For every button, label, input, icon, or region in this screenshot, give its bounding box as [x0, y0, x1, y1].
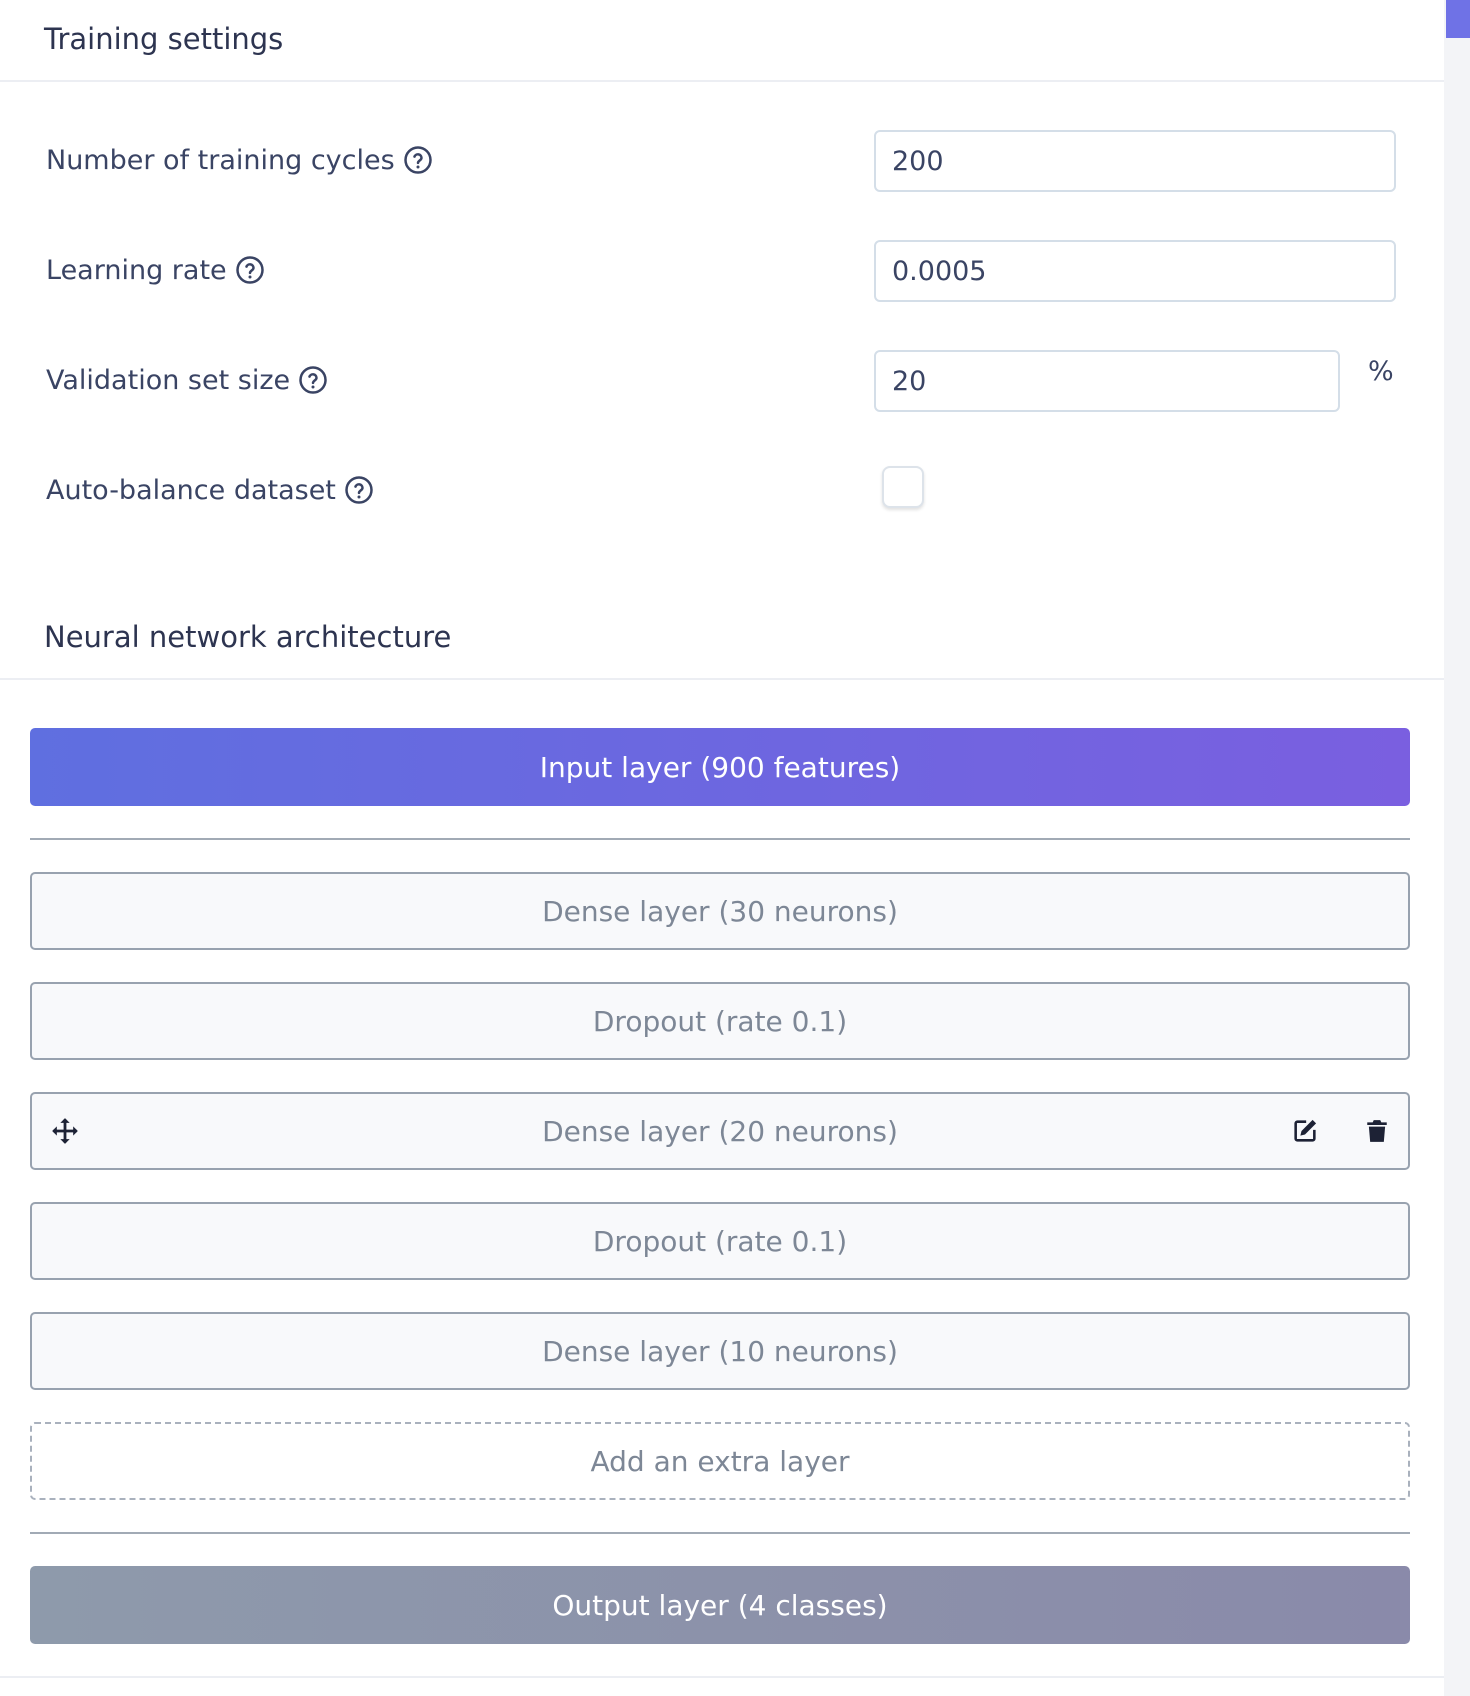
- auto-balance-checkbox[interactable]: [882, 466, 924, 508]
- scrollbar-track[interactable]: [1444, 0, 1470, 1696]
- layer-separator: [30, 838, 1410, 840]
- auto-balance-label: Auto-balance dataset: [46, 470, 374, 510]
- section-divider: [0, 678, 1444, 680]
- edit-icon[interactable]: [1290, 1116, 1320, 1146]
- dense-layer-2-label: Dense layer (20 neurons): [542, 1114, 898, 1148]
- output-layer[interactable]: Output layer (4 classes): [30, 1566, 1410, 1644]
- training-cycles-input[interactable]: [874, 130, 1396, 192]
- dropout-layer-2[interactable]: Dropout (rate 0.1): [30, 1202, 1410, 1280]
- dense-layer-2[interactable]: Dense layer (20 neurons): [30, 1092, 1410, 1170]
- percent-unit-label: %: [1368, 356, 1394, 387]
- dense-layer-1[interactable]: Dense layer (30 neurons): [30, 872, 1410, 950]
- help-circle-icon[interactable]: [235, 255, 265, 285]
- section-divider: [0, 80, 1444, 82]
- add-layer-button[interactable]: Add an extra layer: [30, 1422, 1410, 1500]
- training-settings-title: Training settings: [44, 22, 284, 56]
- layer-separator: [30, 1532, 1410, 1534]
- help-circle-icon[interactable]: [344, 475, 374, 505]
- validation-set-size-label: Validation set size: [46, 360, 328, 400]
- section-divider: [0, 1676, 1444, 1678]
- help-circle-icon[interactable]: [298, 365, 328, 395]
- dense-layer-3[interactable]: Dense layer (10 neurons): [30, 1312, 1410, 1390]
- learning-rate-label: Learning rate: [46, 250, 265, 290]
- training-cycles-label: Number of training cycles: [46, 140, 433, 180]
- input-layer[interactable]: Input layer (900 features): [30, 728, 1410, 806]
- architecture-title: Neural network architecture: [44, 620, 452, 654]
- validation-set-size-input[interactable]: [874, 350, 1340, 412]
- training-panel: Training settings Number of training cyc…: [0, 0, 1444, 1696]
- dropout-layer-1[interactable]: Dropout (rate 0.1): [30, 982, 1410, 1060]
- scrollbar-thumb[interactable]: [1446, 0, 1470, 38]
- help-circle-icon[interactable]: [403, 145, 433, 175]
- learning-rate-input[interactable]: [874, 240, 1396, 302]
- trash-icon[interactable]: [1362, 1116, 1392, 1146]
- move-icon[interactable]: [50, 1116, 80, 1146]
